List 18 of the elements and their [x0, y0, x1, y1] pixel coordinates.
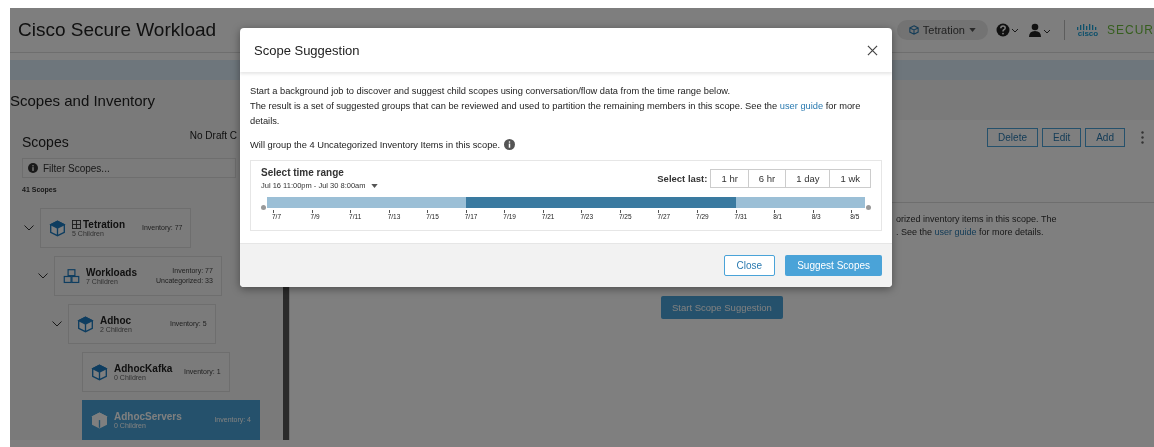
dialog-title: Scope Suggestion — [254, 42, 360, 58]
product-name: SECUR — [1107, 23, 1154, 37]
description-text: orized inventory items in this scope. The — [896, 213, 1058, 226]
scope-name: Adhoc — [100, 315, 132, 326]
scope-name: Tetration — [83, 219, 126, 230]
select-last-label: Select last: — [657, 173, 708, 184]
page-title: Scopes and Inventory — [10, 91, 156, 109]
description-text: . See the user guide for more details. — [896, 226, 1045, 239]
cisco-logo: cisco — [1077, 23, 1099, 37]
draft-status: No Draft C — [189, 130, 237, 143]
scope-name: AdhocKafka — [114, 363, 173, 374]
time-range-title: Select time range — [261, 167, 345, 178]
scope-name: Workloads — [86, 267, 137, 278]
intro-text: Start a background job to discover and suggest child scopes using conversation/flow data from the time range below. The result is a set of suggested groups that can be reviewed and used to partition the remaining members in this scope. See the user guide for more details. — [250, 85, 862, 128]
group-note: Will group the 4 Uncategorized Inventory Items in this scope. — [250, 139, 501, 150]
scope-name: AdhocServers — [114, 411, 182, 422]
panel-title: Scopes — [22, 134, 69, 150]
app-title: Cisco Secure Workload — [18, 19, 217, 41]
